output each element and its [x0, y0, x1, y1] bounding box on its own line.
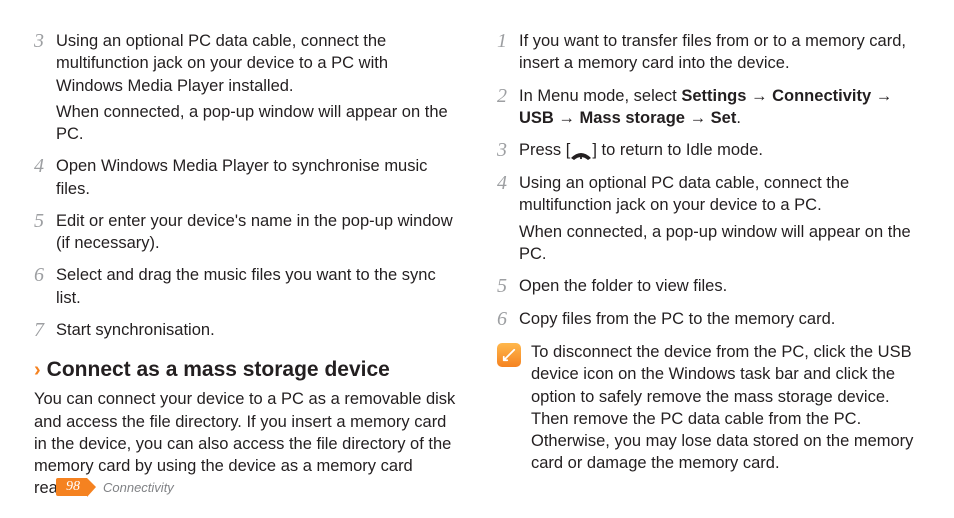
right-step-3: 3Press [] to return to Idle mode.: [497, 139, 920, 162]
note-text: To disconnect the device from the PC, cl…: [531, 341, 920, 475]
step-number: 4: [497, 172, 519, 265]
step-number: 3: [497, 139, 519, 162]
step-number: 6: [34, 264, 56, 309]
bold-text: USB: [519, 109, 554, 127]
step-text: Press [] to return to Idle mode.: [519, 139, 920, 161]
step-body: Edit or enter your device's name in the …: [56, 210, 457, 255]
left-step-3: 3Using an optional PC data cable, connec…: [34, 30, 457, 145]
step-text: Open the folder to view files.: [519, 275, 920, 297]
step-number: 5: [34, 210, 56, 255]
left-step-5: 5Edit or enter your device's name in the…: [34, 210, 457, 255]
left-step-7: 7Start synchronisation.: [34, 319, 457, 342]
step-text: Edit or enter your device's name in the …: [56, 210, 457, 255]
right-step-6: 6Copy files from the PC to the memory ca…: [497, 308, 920, 331]
step-body: Start synchronisation.: [56, 319, 457, 342]
bold-text: Settings: [681, 87, 746, 105]
step-text: Select and drag the music files you want…: [56, 264, 457, 309]
step-text: Copy files from the PC to the memory car…: [519, 308, 920, 330]
step-number: 6: [497, 308, 519, 331]
right-step-2: 2In Menu mode, select Settings → Connect…: [497, 85, 920, 130]
bold-text: Set: [711, 109, 737, 127]
left-step-6: 6Select and drag the music files you wan…: [34, 264, 457, 309]
right-step-4: 4Using an optional PC data cable, connec…: [497, 172, 920, 265]
end-call-key-icon: [570, 145, 592, 155]
page-number: 98: [56, 478, 87, 496]
step-body: If you want to transfer files from or to…: [519, 30, 920, 75]
bold-text: Mass storage: [580, 109, 685, 127]
right-step-1: 1If you want to transfer files from or t…: [497, 30, 920, 75]
arrow-text: →: [871, 87, 892, 105]
step-text: Open Windows Media Player to synchronise…: [56, 155, 457, 200]
step-body: Using an optional PC data cable, connect…: [519, 172, 920, 265]
step-number: 3: [34, 30, 56, 145]
step-text: Using an optional PC data cable, connect…: [56, 30, 457, 97]
step-number: 4: [34, 155, 56, 200]
step-text: When connected, a pop-up window will app…: [56, 101, 457, 146]
note-icon: [497, 343, 521, 367]
right-step-5: 5Open the folder to view files.: [497, 275, 920, 298]
step-body: Open Windows Media Player to synchronise…: [56, 155, 457, 200]
bold-text: Connectivity: [772, 87, 871, 105]
step-body: Using an optional PC data cable, connect…: [56, 30, 457, 145]
step-body: Copy files from the PC to the memory car…: [519, 308, 920, 331]
step-number: 2: [497, 85, 519, 130]
page-footer: 98 Connectivity: [56, 478, 174, 496]
step-text: When connected, a pop-up window will app…: [519, 221, 920, 266]
step-text: In Menu mode, select Settings → Connecti…: [519, 85, 920, 130]
step-text: Start synchronisation.: [56, 319, 457, 341]
step-body: In Menu mode, select Settings → Connecti…: [519, 85, 920, 130]
left-column: 3Using an optional PC data cable, connec…: [34, 30, 457, 500]
step-number: 7: [34, 319, 56, 342]
chevron-right-icon: ›: [34, 360, 41, 380]
section-heading-row: › Connect as a mass storage device: [34, 356, 457, 384]
step-text: Using an optional PC data cable, connect…: [519, 172, 920, 217]
arrow-text: →: [746, 87, 772, 105]
page: 3Using an optional PC data cable, connec…: [0, 0, 954, 518]
two-column-layout: 3Using an optional PC data cable, connec…: [34, 30, 920, 500]
step-number: 1: [497, 30, 519, 75]
left-step-4: 4Open Windows Media Player to synchronis…: [34, 155, 457, 200]
step-body: Select and drag the music files you want…: [56, 264, 457, 309]
right-column: 1If you want to transfer files from or t…: [497, 30, 920, 500]
section-title: Connect as a mass storage device: [47, 356, 390, 384]
step-number: 5: [497, 275, 519, 298]
footer-section-label: Connectivity: [103, 480, 174, 495]
arrow-text: →: [685, 109, 711, 127]
arrow-text: →: [554, 109, 580, 127]
note-box: To disconnect the device from the PC, cl…: [497, 341, 920, 475]
step-body: Open the folder to view files.: [519, 275, 920, 298]
step-text: If you want to transfer files from or to…: [519, 30, 920, 75]
step-body: Press [] to return to Idle mode.: [519, 139, 920, 162]
